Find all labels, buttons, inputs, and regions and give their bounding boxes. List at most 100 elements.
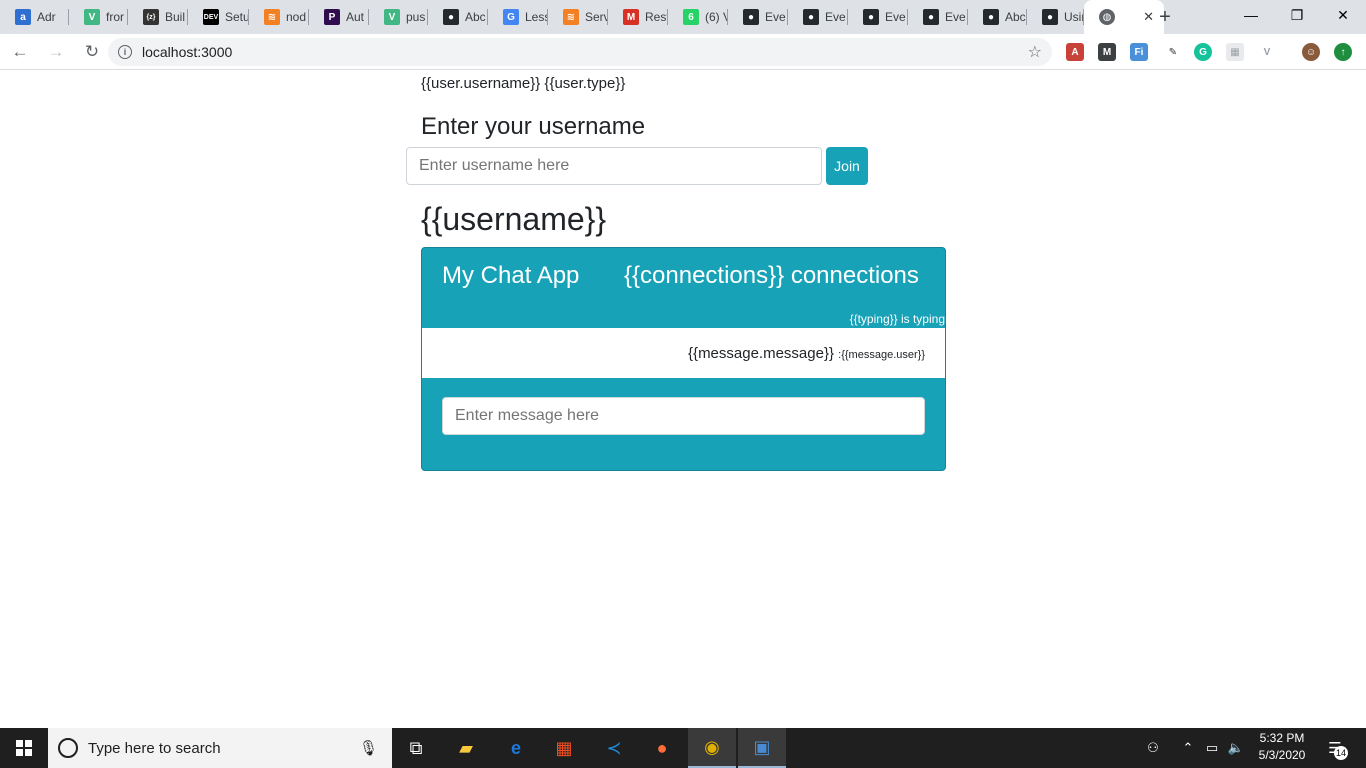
tab-4[interactable]: ≋ nod (249, 0, 309, 34)
start-button[interactable] (0, 728, 48, 768)
user-info-text: {{user.username}} {{user.type}} (421, 75, 626, 92)
tab-17[interactable]: ● Usin (1027, 0, 1084, 34)
clock-time: 5:32 PM (1259, 731, 1305, 745)
tab-title: Usin (1064, 10, 1084, 24)
page-content: {{user.username}} {{user.type}} Enter yo… (0, 71, 1366, 728)
grid-extension-icon[interactable]: ▦ (1226, 43, 1244, 61)
people-icon[interactable]: ⚇ (1140, 728, 1166, 768)
tab-15[interactable]: ● Eve (908, 0, 968, 34)
tab-title: Eve (945, 10, 966, 24)
github-icon: ● (1042, 9, 1058, 25)
whatsapp-icon: 6 (683, 9, 699, 25)
tab-16[interactable]: ● Abc (968, 0, 1027, 34)
gmail-icon: M (623, 9, 639, 25)
minimize-button[interactable]: — (1228, 0, 1274, 30)
postman-icon[interactable]: ● (638, 728, 686, 768)
tab-title: Aut (346, 10, 365, 24)
tab-11[interactable]: 6 (6) V (668, 0, 728, 34)
tab-9[interactable]: ≋ Serv (548, 0, 608, 34)
tab-5[interactable]: P Aut (309, 0, 369, 34)
pusher-icon: P (324, 9, 340, 25)
tab-strip: a Adr Vfror {z} Buil DEV Setu ≋ nod P Aut Vpus ● Abc G… (0, 0, 1366, 34)
github-icon: ● (923, 9, 939, 25)
volume-icon[interactable]: 🔈 (1224, 728, 1248, 768)
address-bar[interactable]: i localhost:3000 ☆ (108, 38, 1052, 66)
edge-icon[interactable]: e (492, 728, 540, 768)
github-icon: ● (863, 9, 879, 25)
globe-icon: ◍ (1099, 9, 1115, 25)
windows-icon (16, 740, 32, 756)
battery-icon[interactable]: ▭ (1200, 728, 1224, 768)
task-view-icon[interactable]: ⧉ (392, 728, 440, 768)
tab-2[interactable]: {z} Buil (128, 0, 188, 34)
update-icon[interactable]: ↑ (1334, 43, 1352, 61)
tab-title: (6) V (705, 10, 728, 24)
microphone-icon[interactable]: 🎙 (359, 739, 378, 757)
chat-panel: My Chat App {{connections}} connections … (421, 247, 946, 471)
windows-taskbar: Type here to search 🎙 ⧉ ▰ e ▦ ≺ ● ◉ ▣ ⚇ … (0, 728, 1366, 768)
taskbar-search-placeholder[interactable]: Type here to search (88, 740, 221, 757)
tab-title: Abc (465, 10, 486, 24)
tab-title: Eve (885, 10, 906, 24)
join-button[interactable]: Join (826, 147, 868, 185)
tab-3[interactable]: DEV Setu (188, 0, 249, 34)
tab-7[interactable]: ● Abc (428, 0, 488, 34)
new-tab-button[interactable]: + (1148, 0, 1182, 34)
vue-icon: V (384, 9, 400, 25)
bookmark-star-icon[interactable]: ☆ (1028, 42, 1042, 62)
dev-icon: DEV (203, 9, 219, 25)
reload-button[interactable]: ↻ (76, 36, 108, 68)
tab-title: Buil (165, 10, 186, 24)
stackoverflow-icon: ≋ (563, 9, 579, 25)
github-icon: ● (803, 9, 819, 25)
tab-12[interactable]: ● Eve (728, 0, 788, 34)
connections-count: {{connections}} connections (624, 262, 919, 289)
fi-extension-icon[interactable]: Fi (1130, 43, 1148, 61)
store-icon[interactable]: ▦ (540, 728, 588, 768)
tab-title: Eve (765, 10, 786, 24)
typing-indicator: {{typing}} is typing (849, 312, 945, 326)
tab-8[interactable]: G Less (488, 0, 548, 34)
show-hidden-icons[interactable]: ⌃ (1178, 728, 1198, 768)
google-icon: G (503, 9, 519, 25)
tab-title: Eve (825, 10, 846, 24)
pdf-extension-icon[interactable]: A (1066, 43, 1084, 61)
tab-10[interactable]: M Rest (608, 0, 668, 34)
m-extension-icon[interactable]: M (1098, 43, 1116, 61)
terminal-icon[interactable]: ▣ (738, 728, 786, 768)
forward-button[interactable]: → (40, 36, 72, 68)
tab-title: Rest (645, 10, 668, 24)
tab-14[interactable]: ● Eve (848, 0, 908, 34)
tab-0[interactable]: a Adr (0, 0, 69, 34)
tab-title: Adr (37, 10, 56, 24)
notification-center-icon[interactable]: ☰ 14 (1320, 728, 1350, 768)
github-icon: ● (443, 9, 459, 25)
vue-icon: V (84, 9, 100, 25)
restore-button[interactable]: ❐ (1274, 0, 1320, 30)
message-input[interactable] (442, 397, 925, 435)
back-button[interactable]: ← (4, 36, 36, 68)
profile-avatar[interactable]: ☺ (1302, 43, 1320, 61)
notification-count: 14 (1334, 746, 1348, 760)
z-icon: {z} (143, 9, 159, 25)
chat-title: My Chat App (442, 262, 580, 289)
tab-1[interactable]: Vfror (69, 0, 128, 34)
tab-13[interactable]: ● Eve (788, 0, 848, 34)
url-text[interactable]: localhost:3000 (142, 44, 232, 60)
vscode-icon[interactable]: ≺ (590, 728, 638, 768)
cortana-icon (58, 738, 78, 758)
system-clock[interactable]: 5:32 PM 5/3/2020 (1252, 730, 1312, 764)
vue-devtools-extension-icon[interactable]: V (1258, 43, 1276, 61)
file-explorer-icon[interactable]: ▰ (442, 728, 490, 768)
taskbar-search[interactable]: Type here to search 🎙 (48, 728, 392, 768)
site-info-icon[interactable]: i (118, 45, 132, 59)
grammarly-extension-icon[interactable]: G (1194, 43, 1212, 61)
github-icon: ● (743, 9, 759, 25)
tab-6[interactable]: Vpus (369, 0, 428, 34)
tab-title: Setu (225, 10, 249, 24)
chrome-icon[interactable]: ◉ (688, 728, 736, 768)
eyedropper-extension-icon[interactable]: ✎ (1164, 43, 1182, 61)
enter-username-heading: Enter your username (421, 113, 646, 140)
username-input[interactable] (406, 147, 822, 185)
close-window-button[interactable]: ✕ (1320, 0, 1366, 30)
